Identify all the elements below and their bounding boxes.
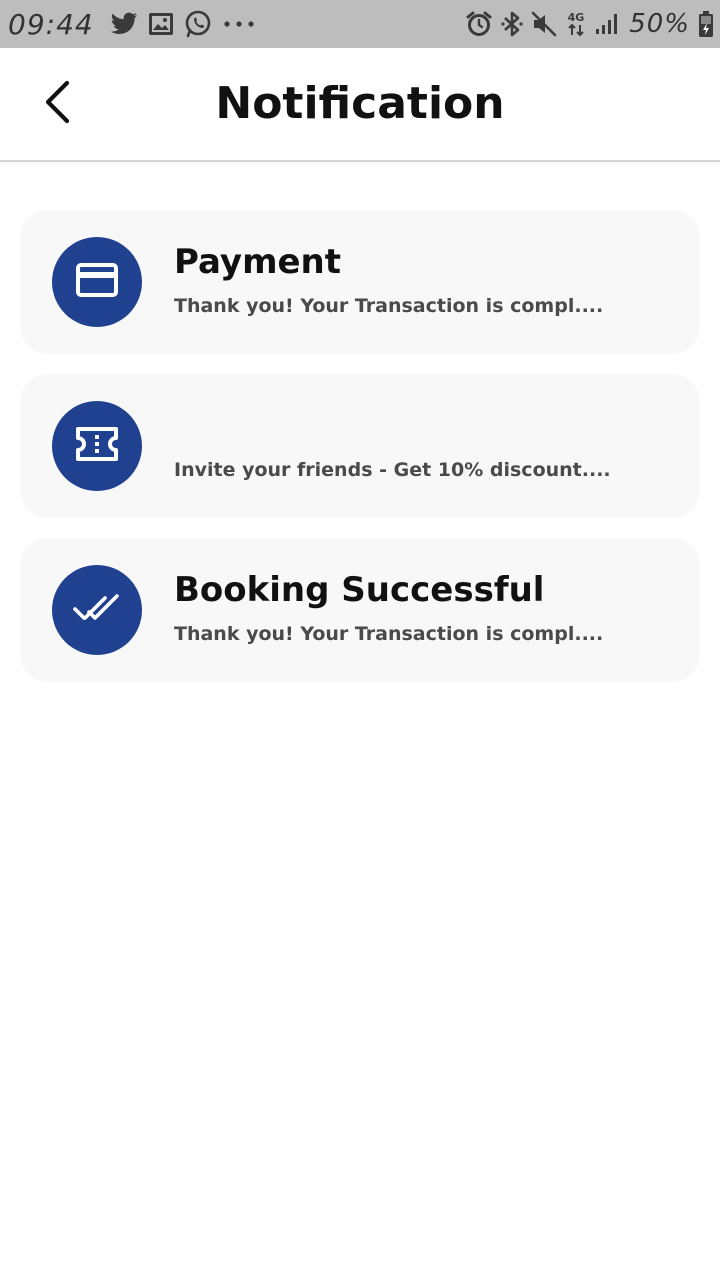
notification-message: Thank you! Your Transaction is compl....: [174, 623, 604, 645]
page-title: Notification: [215, 78, 505, 129]
notification-list: Payment Thank you! Your Transaction is c…: [20, 210, 700, 702]
notification-title: Payment: [174, 242, 342, 282]
status-bar-left: 09:44: [8, 0, 256, 48]
signal-icon: [595, 12, 621, 36]
notification-title: Booking Successful: [174, 570, 545, 610]
notification-message: Thank you! Your Transaction is compl....: [174, 295, 604, 317]
notification-icon-badge: [52, 565, 142, 655]
notification-item-payment[interactable]: Payment Thank you! Your Transaction is c…: [20, 210, 700, 354]
alarm-icon: [465, 10, 493, 38]
status-bar: 09:44 4G 50%: [0, 0, 720, 48]
notification-icon-badge: [52, 237, 142, 327]
status-time: 09:44: [8, 7, 94, 41]
network-4g-icon: 4G: [565, 10, 587, 38]
battery-charging-icon: [698, 10, 714, 38]
image-icon: [148, 12, 174, 36]
notification-message: Invite your friends - Get 10% discount..…: [174, 459, 611, 481]
notification-icon-badge: [52, 401, 142, 491]
notification-item-invite[interactable]: Invite your friends - Get 10% discount..…: [20, 374, 700, 518]
credit-card-icon: [75, 262, 119, 302]
notification-item-booking[interactable]: Booking Successful Thank you! Your Trans…: [20, 538, 700, 682]
battery-percent: 50%: [629, 9, 690, 39]
double-check-icon: [73, 592, 121, 628]
ticket-icon: [75, 426, 119, 466]
mute-icon: [531, 11, 557, 37]
twitter-icon: [110, 12, 138, 36]
whatsapp-icon: [184, 10, 212, 38]
app-header: Notification: [0, 48, 720, 162]
network-4g-label: 4G: [568, 11, 585, 24]
bluetooth-icon: [501, 10, 523, 38]
more-dots-icon: [222, 19, 256, 29]
status-bar-right: 4G 50%: [465, 0, 714, 48]
